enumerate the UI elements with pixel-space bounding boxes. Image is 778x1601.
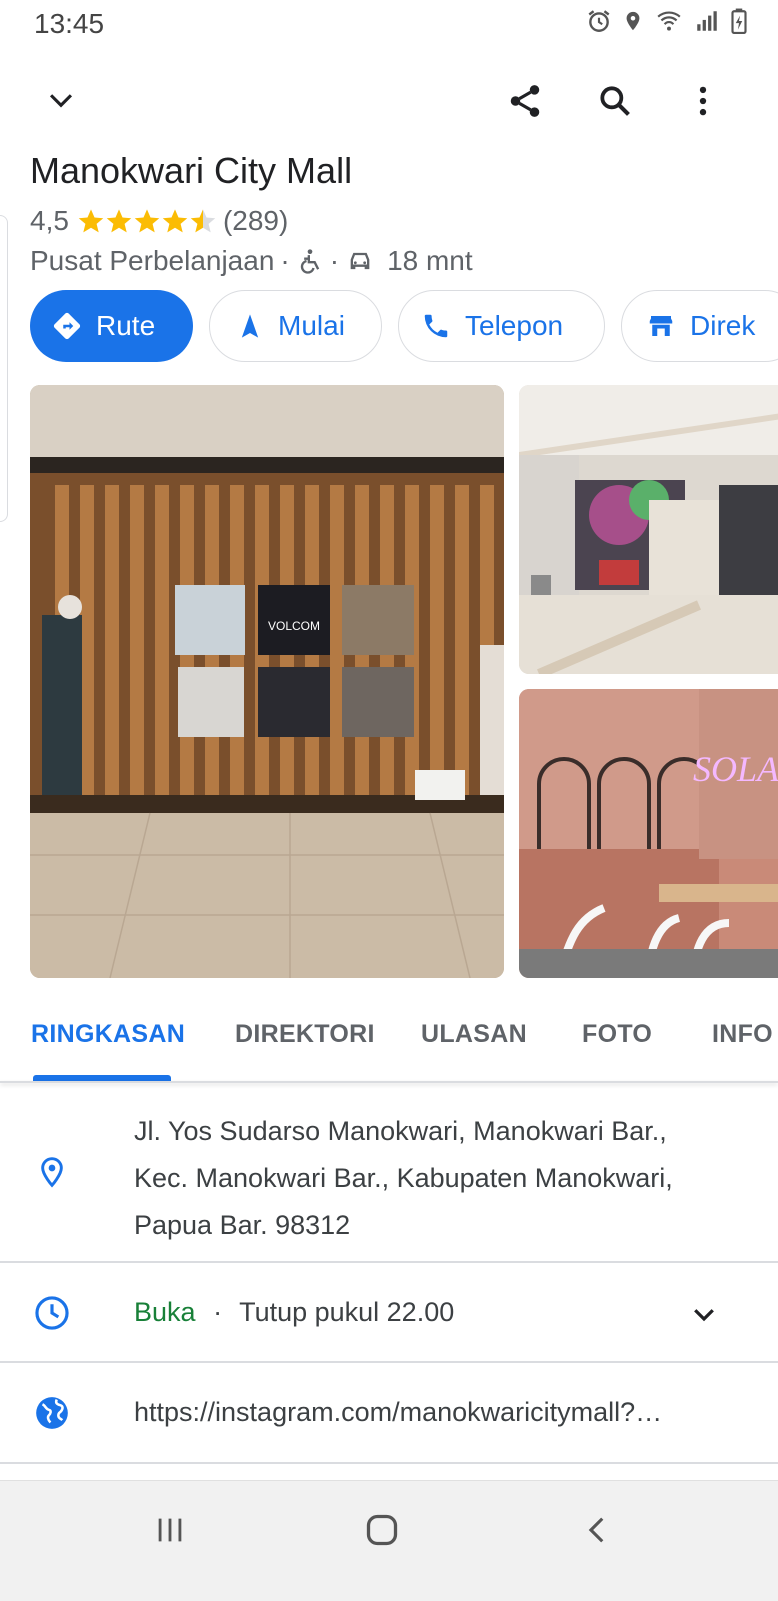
start-button[interactable]: Mulai xyxy=(209,290,382,362)
chevron-down-icon xyxy=(694,1309,714,1322)
start-label: Mulai xyxy=(278,310,345,341)
collapse-button[interactable] xyxy=(36,76,86,126)
directory-button[interactable]: Direk xyxy=(621,290,778,362)
car-icon xyxy=(350,252,370,270)
chevron-down-icon xyxy=(49,94,73,108)
clock-icon xyxy=(35,1296,69,1330)
restaurant-photo-image: SOLARI xyxy=(519,689,778,978)
globe-icon xyxy=(36,1397,68,1429)
wifi-icon xyxy=(657,11,681,31)
half-star-icon xyxy=(190,209,216,233)
tabs-divider xyxy=(0,1081,778,1083)
tab-directory[interactable]: DIREKTORI xyxy=(235,1020,375,1049)
main-photo[interactable]: VOLCOM xyxy=(30,385,504,978)
tab-overview[interactable]: RINGKASAN xyxy=(31,1020,185,1049)
hours-text[interactable]: Buka · Tutup pukul 22.00 xyxy=(134,1297,454,1328)
poster-text: VOLCOM xyxy=(268,619,320,633)
website-row-icon xyxy=(32,1393,72,1433)
home-icon xyxy=(366,1514,398,1546)
address-row-icon xyxy=(32,1152,72,1192)
navigation-icon xyxy=(241,314,259,338)
directions-label: Rute xyxy=(96,310,156,341)
website-link[interactable]: https://instagram.com/manokwaricitymall?… xyxy=(134,1397,734,1428)
hours-expand-button[interactable] xyxy=(686,1296,722,1332)
tab-reviews[interactable]: ULASAN xyxy=(421,1020,527,1049)
rating-row[interactable]: 4,5 (289) xyxy=(30,205,288,237)
divider xyxy=(0,1261,778,1263)
share-button[interactable] xyxy=(500,76,550,126)
separator: · xyxy=(280,245,290,276)
location-status-icon xyxy=(626,11,640,31)
restaurant-photo[interactable]: SOLARI xyxy=(519,689,778,978)
alarm-icon xyxy=(588,10,610,32)
more-vert-icon xyxy=(699,86,707,116)
review-count: (289) xyxy=(222,205,289,236)
star-icon xyxy=(162,209,188,233)
store-icon xyxy=(649,316,673,336)
drive-time: 18 mnt xyxy=(387,245,473,276)
separator: · xyxy=(329,245,340,276)
directions-icon xyxy=(53,312,81,340)
more-options-button[interactable] xyxy=(678,76,728,126)
directions-button[interactable]: Rute xyxy=(30,290,193,362)
open-status: Buka xyxy=(134,1297,196,1327)
place-title: Manokwari City Mall xyxy=(30,150,353,191)
interior-photo[interactable] xyxy=(519,385,778,674)
main-photo-image: VOLCOM xyxy=(30,385,504,978)
rating-stars xyxy=(77,207,217,235)
category-label: Pusat Perbelanjaan xyxy=(30,245,275,276)
address-line-2: Kec. Manokwari Bar., Kabupaten Manokwari… xyxy=(134,1163,673,1193)
hours-row-icon xyxy=(32,1293,72,1333)
address-line-3: Papua Bar. 98312 xyxy=(134,1210,351,1240)
call-label: Telepon xyxy=(465,310,564,341)
home-button[interactable] xyxy=(352,1505,412,1555)
divider xyxy=(0,1361,778,1363)
star-icon xyxy=(78,209,104,233)
divider xyxy=(0,1462,778,1464)
call-button[interactable]: Telepon xyxy=(398,290,605,362)
address-line-1: Jl. Yos Sudarso Manokwari, Manokwari Bar… xyxy=(134,1116,667,1146)
phone-icon xyxy=(424,314,448,338)
directory-label: Direk xyxy=(690,310,756,341)
star-icon xyxy=(106,209,132,233)
back-button[interactable] xyxy=(568,1505,628,1555)
closing-time: Tutup pukul 22.00 xyxy=(239,1297,455,1327)
status-icons xyxy=(586,8,748,34)
address-text[interactable]: Jl. Yos Sudarso Manokwari, Manokwari Bar… xyxy=(134,1108,673,1249)
location-pin-icon xyxy=(41,1157,63,1188)
search-button[interactable] xyxy=(590,76,640,126)
accessible-icon xyxy=(300,249,319,274)
recent-apps-icon xyxy=(158,1518,182,1542)
share-icon xyxy=(510,85,540,117)
battery-icon xyxy=(731,8,747,34)
rating-value: 4,5 xyxy=(30,205,69,236)
recent-apps-button[interactable] xyxy=(140,1505,200,1555)
category-row: Pusat Perbelanjaan · · 18 mnt xyxy=(30,245,473,277)
search-icon xyxy=(600,86,630,116)
tab-about[interactable]: INFO xyxy=(712,1020,778,1049)
interior-photo-image xyxy=(519,385,778,674)
signal-icon xyxy=(697,11,717,31)
status-time: 13:45 xyxy=(34,8,105,39)
star-icon xyxy=(134,209,160,233)
separator: · xyxy=(213,1297,223,1327)
tab-photos[interactable]: FOTO xyxy=(582,1020,652,1049)
sign-text: SOLARI xyxy=(693,749,778,789)
back-icon xyxy=(588,1517,604,1543)
side-panel-edge xyxy=(0,215,8,522)
